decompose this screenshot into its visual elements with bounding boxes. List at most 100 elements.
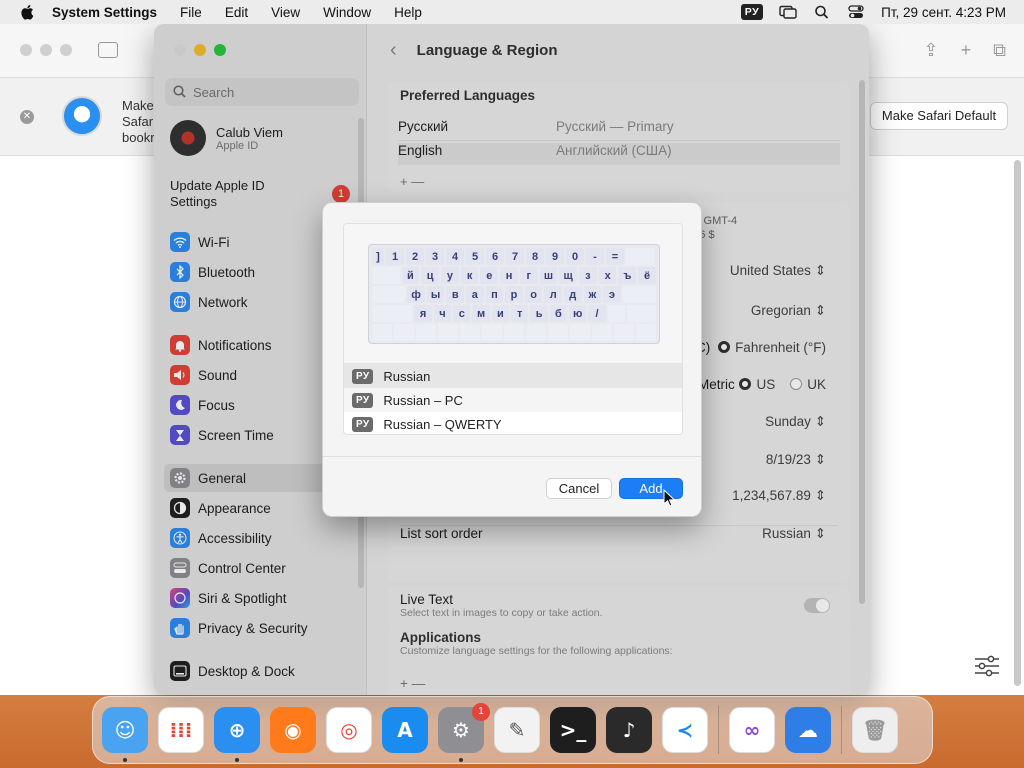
firefox-icon: ◉ [284,718,302,742]
dock-app-weather[interactable]: ☁ [785,707,831,753]
dock: ☺ ⁞⁞⁞ ⊕ ◉ ◎ A ⚙ 1 ✎ >_ ♪ ≺ ∞ ☁ 🗑 [92,696,933,764]
dock-app-terminal[interactable]: >_ [550,707,596,753]
keyboard-key: 2 [406,248,424,265]
close-button[interactable] [20,44,32,56]
keyboard-key: / [588,305,606,322]
keyboard-key [592,324,612,341]
dock-app-garageband[interactable]: ♪ [606,707,652,753]
input-source-list: РУ Russian РУ Russian – PC РУ Russian – … [344,364,682,434]
keyboard-key: з [579,267,597,284]
menu-help[interactable]: Help [394,5,422,20]
banner-close-icon[interactable]: ✕ [20,110,34,124]
keyboard-key: в [446,286,465,303]
textedit-icon: ✎ [508,718,526,742]
keyboard-key [460,324,480,341]
keyboard-key [627,305,656,322]
keyboard-row: фывапролджэ [372,286,656,303]
sidebar-toggle-icon[interactable] [98,42,118,58]
keyboard-key: е [480,267,499,284]
keyboard-key: м [472,305,490,322]
dock-app-safari[interactable]: ⊕ [214,707,260,762]
keyboard-key: 9 [546,248,564,265]
keyboard-key: ы [426,286,445,303]
keyboard-row: ] 1 2 3 4 5 6 7 8 9 0- = [372,248,656,265]
mouse-pointer-icon [663,489,675,507]
add-input-source-sheet: ] 1 2 3 4 5 6 7 8 9 0- = й ц у к е н г ш щ з х ъ ё ф ы в а п р о л д ж э я ч с… [322,202,702,517]
keyboard-key: а [466,286,484,303]
dock-app-vscode[interactable]: ≺ [662,707,708,753]
dock-app-chrome[interactable]: ◎ [326,707,372,753]
keyboard-key [570,324,590,341]
make-safari-default-button[interactable]: Make Safari Default [870,102,1008,130]
keyboard-key: ш [539,267,558,284]
menu-clock[interactable]: Пт, 29 сент. 4:23 PM [881,5,1006,20]
keyboard-key [622,286,656,303]
keyboard-key [372,305,413,322]
menu-edit[interactable]: Edit [225,5,248,20]
keyboard-key [548,324,568,341]
safari-icon: ⊕ [228,718,246,742]
keyboard-key [438,324,458,341]
screen-mirroring-icon[interactable] [779,5,797,19]
terminal-icon: >_ [559,718,587,742]
minimize-button[interactable] [40,44,52,56]
dock-app-visual-studio[interactable]: ∞ [729,707,775,753]
zoom-button[interactable] [60,44,72,56]
tab-overview-icon[interactable]: ⧉ [993,40,1006,61]
dock-separator [718,706,719,754]
menu-file[interactable]: File [180,5,202,20]
list-item[interactable]: РУ Russian [344,364,682,388]
keyboard-key [607,305,626,322]
banner-title: Make [122,98,154,113]
keyboard-key: п [485,286,504,303]
keyboard-key [394,324,414,341]
control-center-icon[interactable] [847,5,865,19]
keyboard-key [626,248,654,265]
visual-studio-icon: ∞ [743,718,761,742]
keyboard-key: э [603,286,621,303]
menu-app-name[interactable]: System Settings [52,5,157,20]
keyboard-key: ю [569,305,587,322]
dock-app-textedit[interactable]: ✎ [494,707,540,753]
keyboard-key: д [563,286,582,303]
finder-icon: ☺ [114,718,136,742]
running-indicator [235,758,239,762]
dock-app-launchpad[interactable]: ⁞⁞⁞ [158,707,204,753]
input-source-label: Russian – QWERTY [383,416,502,432]
keyboard-key: с [453,305,471,322]
menu-view[interactable]: View [271,5,300,20]
keyboard-key: = [606,248,624,265]
apple-menu-icon[interactable] [20,4,34,20]
keyboard-key: 8 [526,248,544,265]
sliders-icon[interactable] [974,655,1000,677]
input-source-badge[interactable]: РУ [740,4,764,20]
dock-app-app-store[interactable]: A [382,707,428,753]
app-store-icon: A [397,718,413,742]
running-indicator [459,758,463,762]
keyboard-key: ц [421,267,440,284]
new-tab-icon[interactable]: + [961,40,972,61]
dock-app-trash[interactable]: 🗑 [852,707,898,753]
menu-window[interactable]: Window [323,5,371,20]
keyboard-key: 4 [446,248,464,265]
dock-app-firefox[interactable]: ◉ [270,707,316,753]
keyboard-key [372,267,400,284]
spotlight-search-icon[interactable] [813,5,831,19]
share-icon[interactable]: ⇪ [924,40,939,61]
keyboard-key: ф [407,286,425,303]
list-item[interactable]: РУ Russian – QWERTY [344,412,682,434]
keyboard-key: - [586,248,604,265]
input-source-panel: ] 1 2 3 4 5 6 7 8 9 0- = й ц у к е н г ш щ з х ъ ё ф ы в а п р о л д ж э я ч с… [343,223,683,435]
dock-app-system-settings[interactable]: ⚙ 1 [438,703,490,762]
list-item[interactable]: РУ Russian – PC [344,388,682,412]
banner-line-2: bookr [122,130,155,145]
safari-compass-icon [62,96,102,136]
keyboard-key: ё [638,267,656,284]
dock-app-finder[interactable]: ☺ [102,707,148,762]
dock-separator [841,706,842,754]
safari-scrollbar[interactable] [1014,160,1021,686]
cancel-button[interactable]: Cancel [546,478,612,499]
input-source-label: Russian – PC [383,392,463,408]
keyboard-layout-preview: ] 1 2 3 4 5 6 7 8 9 0- = й ц у к е н г ш щ з х ъ ё ф ы в а п р о л д ж э я ч с… [368,244,660,344]
keyboard-key: ж [583,286,602,303]
